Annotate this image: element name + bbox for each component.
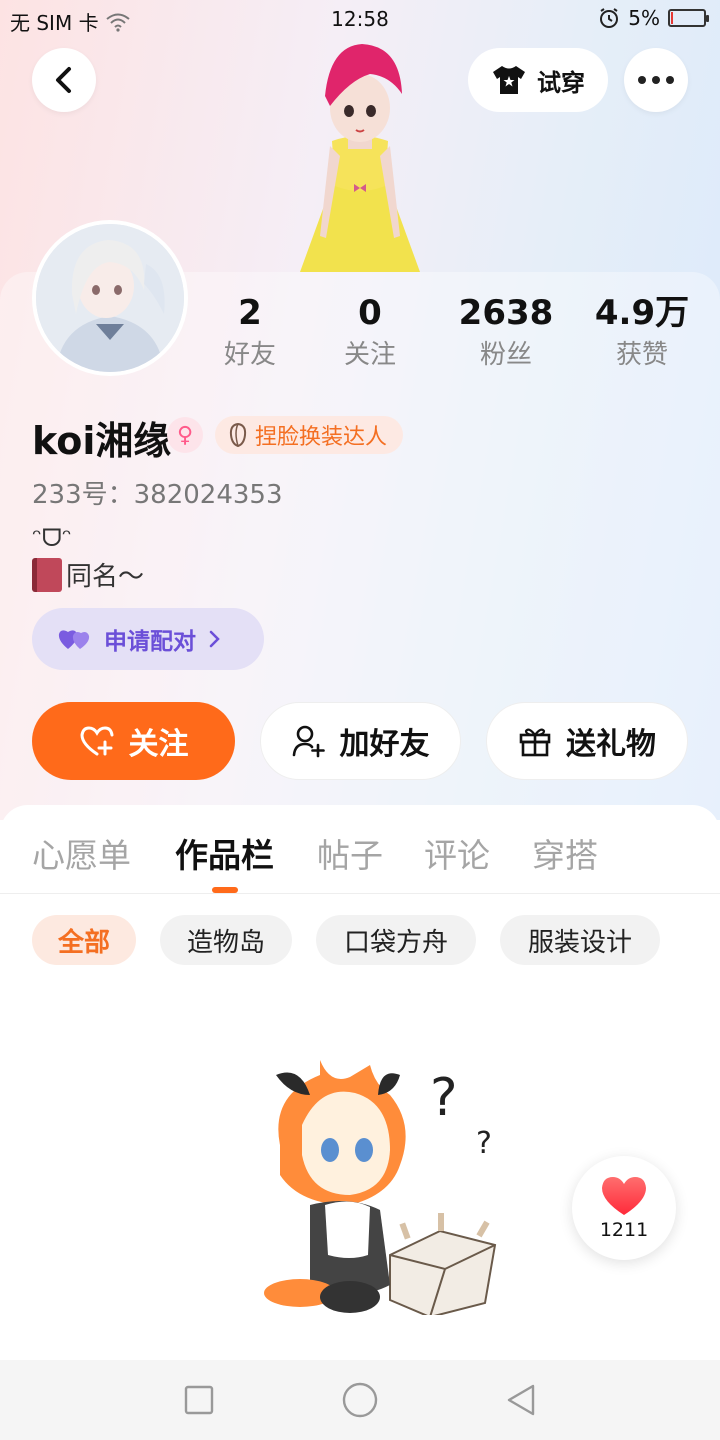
filter-pocket-ark[interactable]: 口袋方舟 [316, 915, 476, 965]
follow-label: 关注 [128, 727, 189, 762]
stat-fans[interactable]: 2638 粉丝 [436, 292, 576, 374]
stat-label: 好友 [223, 340, 276, 370]
stats-row: 2 好友 0 关注 2638 粉丝 4.9万 获赞 [190, 292, 720, 382]
heart-icon [602, 1177, 646, 1215]
book-icon [32, 557, 62, 592]
more-options-button[interactable] [624, 48, 688, 112]
empty-state-illustration: ? ? [264, 1060, 497, 1315]
stat-friends[interactable]: 2 好友 [180, 292, 320, 374]
status-bar: 无 SIM 卡 12:58 5% [0, 0, 720, 38]
title-badge[interactable]: 捏脸换装达人 [215, 416, 404, 454]
system-navigation-bar [0, 1360, 720, 1440]
bio-line-2: 同名～ [32, 556, 144, 593]
chevron-right-icon [209, 630, 220, 648]
back-button[interactable] [32, 48, 96, 112]
svg-text:?: ? [476, 1126, 492, 1161]
face-icon [229, 422, 247, 448]
avatar-portrait [36, 224, 184, 372]
stat-following[interactable]: 0 关注 [300, 292, 440, 374]
stat-likes[interactable]: 4.9万 获赞 [572, 292, 712, 374]
back-nav-icon[interactable] [505, 1383, 537, 1417]
stat-value: 0 [358, 293, 382, 333]
stat-value: 2638 [458, 293, 554, 333]
stat-label: 粉丝 [479, 340, 532, 370]
nickname: koi湘缘 [32, 419, 172, 463]
add-friend-button[interactable]: 加好友 [260, 702, 461, 780]
heart-plus-icon [79, 726, 113, 756]
try-on-label: 试穿 [537, 68, 585, 97]
title-badge-label: 捏脸换装达人 [255, 425, 388, 450]
recent-apps-icon[interactable] [183, 1384, 215, 1416]
like-count: 1211 [599, 1219, 649, 1241]
add-friend-label: 加好友 [339, 727, 430, 762]
shirt-icon [493, 66, 525, 94]
send-gift-button[interactable]: 送礼物 [486, 702, 688, 780]
pair-label: 申请配对 [104, 629, 196, 655]
gender-female-icon: ♀ [167, 417, 203, 453]
content-panel: 心愿单 作品栏 帖子 评论 穿搭 全部 造物岛 口袋方舟 服装设计 ? ? [0, 805, 720, 1360]
tab-outfits[interactable]: 穿搭 [532, 829, 598, 877]
filter-fashion-design[interactable]: 服装设计 [500, 915, 660, 965]
bio-text: 同名～ [66, 562, 145, 592]
alarm-icon [600, 8, 619, 28]
filter-creation-island[interactable]: 造物岛 [160, 915, 292, 965]
battery-percent: 5% [628, 6, 660, 30]
follow-button[interactable]: 关注 [32, 702, 235, 780]
stat-label: 获赞 [615, 340, 668, 370]
stat-label: 关注 [343, 340, 396, 370]
more-icon [638, 76, 674, 84]
stat-value: 4.9万 [594, 293, 690, 333]
stat-value: 2 [238, 293, 262, 333]
gift-label: 送礼物 [566, 727, 656, 762]
gift-icon [519, 728, 551, 757]
add-user-icon [292, 725, 325, 758]
hearts-icon [58, 630, 90, 649]
avatar[interactable] [32, 220, 188, 376]
bio-line-1: ᵔᗜᵔ [32, 524, 72, 552]
svg-text:?: ? [430, 1068, 458, 1128]
try-on-button[interactable]: 试穿 [468, 48, 608, 112]
character-avatar-3d[interactable] [270, 36, 450, 272]
tab-wishlist[interactable]: 心愿单 [32, 829, 131, 877]
battery-icon [668, 9, 709, 27]
tab-bar: 心愿单 作品栏 帖子 评论 穿搭 [0, 829, 720, 893]
tab-comments[interactable]: 评论 [424, 829, 490, 877]
gender-symbol: ♀ [176, 422, 194, 448]
tab-works[interactable]: 作品栏 [175, 829, 274, 877]
tab-posts[interactable]: 帖子 [317, 829, 383, 877]
chevron-left-icon [56, 67, 71, 93]
user-id[interactable]: 233号：382024353 [32, 474, 283, 511]
request-pair-button[interactable]: 申请配对 [32, 608, 264, 670]
home-icon[interactable] [341, 1381, 379, 1419]
tab-divider [0, 893, 720, 894]
like-floating-button[interactable]: 1211 [572, 1156, 676, 1260]
filter-all[interactable]: 全部 [32, 915, 136, 965]
